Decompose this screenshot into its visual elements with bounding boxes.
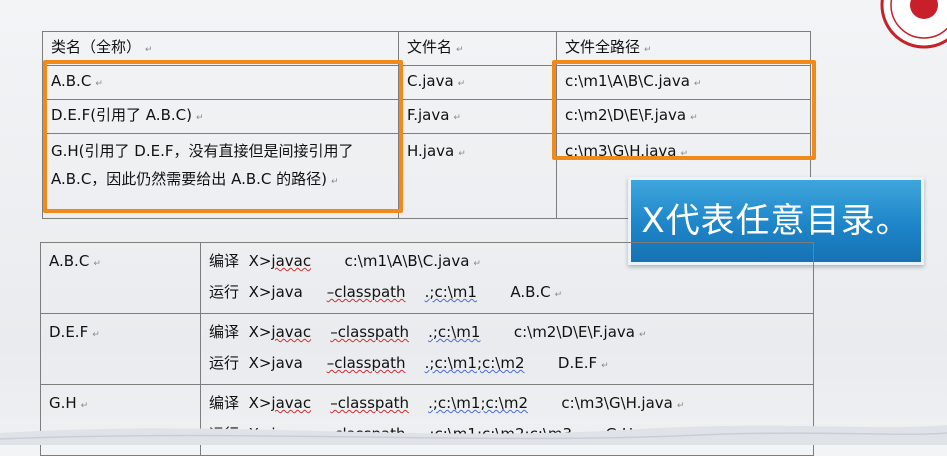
run-line: 运行 X>java –classpath .;c:\m1;c:\m2 D.E.F… [209,354,609,372]
run-line: 运行 X>java –classpath .;c:\m1 A.B.C ↵ [209,283,563,301]
header-class-name: 类名（全称） ↵ [42,31,399,66]
compile-line: 编译 X>javac c:\m1\A\B\C.java ↵ [209,252,481,270]
class-cell: A.B.C ↵ [40,242,201,314]
full-path-cell: c:\m2\D\E\F.java ↵ [556,99,811,134]
table-row: A.B.C ↵ 编译 X>javac c:\m1\A\B\C.java ↵ 运行 X… [40,242,814,314]
command-cell: 编译 X>javac c:\m1\A\B\C.java ↵ 运行 X>java –… [200,242,814,314]
university-seal-logo [880,0,947,49]
command-cell: 编译 X>javac –classpath .;c:\m1 c:\m2\D\E\… [200,313,814,385]
header-file-name: 文件名 ↵ [398,31,557,66]
class-name-cell: G.H(引用了 D.E.F，没有直接但是间接引用了 A.B.C，因此仍然需要给出… [42,133,399,219]
class-cell: D.E.F ↵ [40,313,201,385]
table-row: A.B.C ↵ C.java ↵ c:\m1\A\B\C.java ↵ [42,65,811,100]
class-name-cell: A.B.C ↵ [42,65,399,100]
class-name-cell: D.E.F(引用了 A.B.C) ↵ [42,99,399,134]
header-full-path: 文件全路径 ↵ [556,31,811,66]
table-header-row: 类名（全称） ↵ 文件名 ↵ 文件全路径 ↵ [42,31,811,66]
file-name-cell: F.java ↵ [398,99,557,134]
file-name-cell: C.java ↵ [398,65,557,100]
table-row: D.E.F(引用了 A.B.C) ↵ F.java ↵ c:\m2\D\E\F.ja… [42,99,811,134]
compile-line: 编译 X>javac –classpath .;c:\m1 c:\m2\D\E\… [209,323,647,341]
full-path-cell: c:\m1\A\B\C.java ↵ [556,65,811,100]
file-name-cell: H.java ↵ [398,133,557,219]
decorative-wave [0,425,947,445]
table-row: D.E.F ↵ 编译 X>javac –classpath .;c:\m1 c:\… [40,313,814,385]
